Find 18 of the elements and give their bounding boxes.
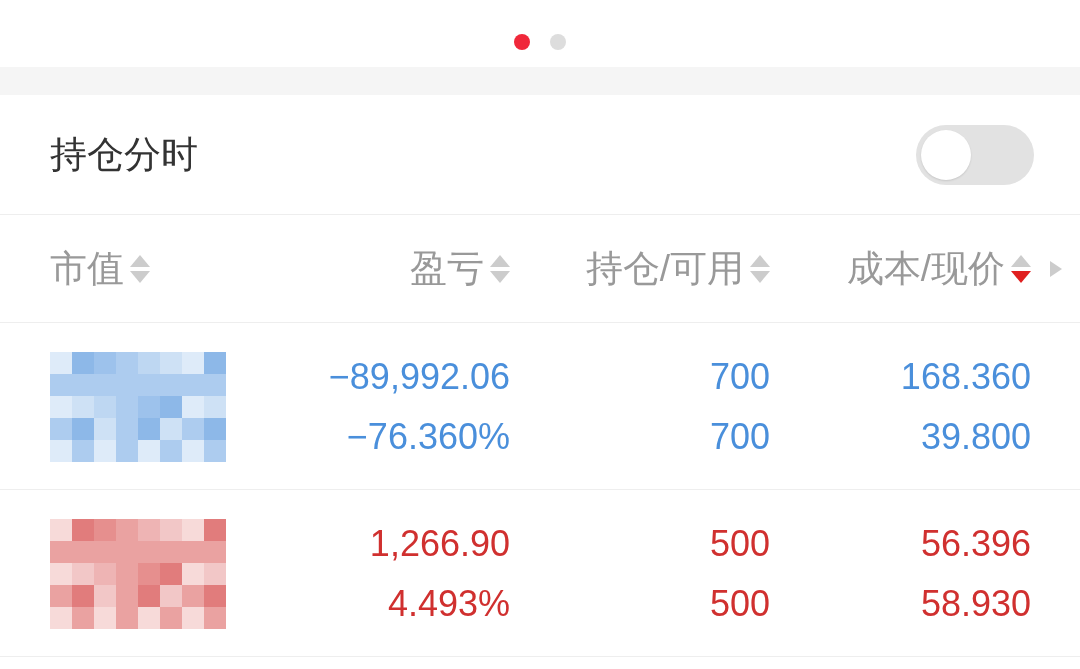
- caret-right-icon[interactable]: [1050, 260, 1062, 277]
- setting-label: 持仓分时: [50, 132, 198, 177]
- holding-quantity: 700: [709, 355, 770, 399]
- column-header[interactable]: 持仓/可用: [585, 243, 770, 294]
- current-price: 58.930: [920, 582, 1031, 626]
- holding-quantity: 500: [709, 522, 770, 566]
- column-header[interactable]: 成本/现价: [846, 243, 1031, 294]
- column-header[interactable]: 盈亏: [410, 243, 510, 294]
- profit-loss-amount: 1,266.90: [369, 522, 510, 566]
- available-quantity: 700: [709, 415, 770, 459]
- available-quantity: 500: [709, 582, 770, 626]
- cost-price: 56.396: [920, 522, 1031, 566]
- profit-loss-amount: −89,992.06: [328, 355, 510, 399]
- column-header[interactable]: 市值: [50, 243, 150, 294]
- current-price: 39.800: [920, 415, 1031, 459]
- profit-loss-percent: −76.360%: [346, 415, 510, 459]
- cost-price: 168.360: [900, 355, 1031, 399]
- profit-loss-percent: 4.493%: [387, 582, 510, 626]
